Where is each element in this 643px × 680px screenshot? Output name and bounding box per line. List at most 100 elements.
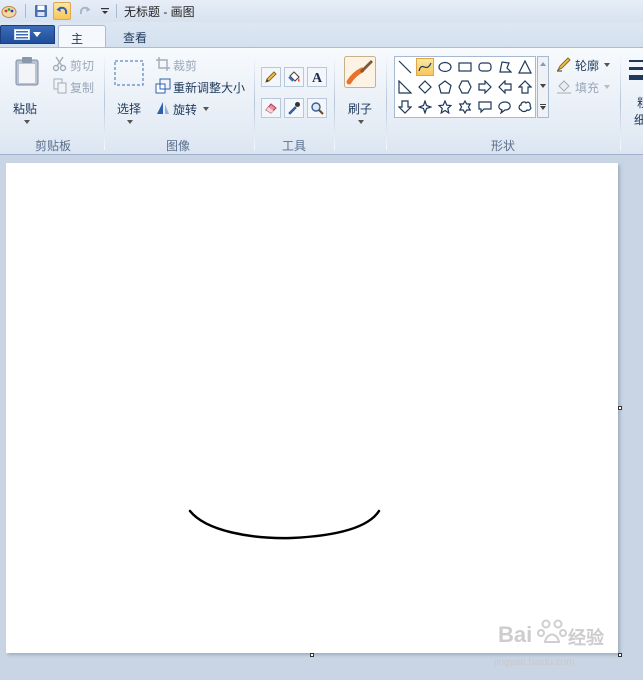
shape-cloud-callout[interactable] — [516, 98, 534, 116]
eraser-tool[interactable] — [261, 98, 281, 118]
shape-up-arrow[interactable] — [516, 78, 534, 96]
chevron-down-icon — [358, 120, 364, 124]
shape-rect-callout[interactable] — [476, 98, 494, 116]
crop-button[interactable]: 裁剪 — [155, 56, 205, 74]
scroll-down-icon[interactable] — [540, 84, 546, 88]
canvas-resize-handle-bottom[interactable] — [310, 653, 314, 657]
shapes-group-label: 形状 — [490, 139, 515, 153]
watermark-url: jingyan.baidu.com — [494, 657, 575, 668]
right-arrow-icon — [478, 80, 492, 94]
shape-right-triangle[interactable] — [396, 78, 414, 96]
scroll-up-icon[interactable] — [540, 62, 546, 66]
shape-line[interactable] — [396, 58, 414, 76]
brushes-button[interactable]: 刷子 — [342, 54, 378, 128]
canvas-resize-handle-corner[interactable] — [618, 653, 622, 657]
ribbon: 粘贴 剪切 复制 剪贴板 选择 裁剪 重新调整大小 旋转 图像 A 工具 刷子 … — [0, 47, 643, 155]
oval-callout-icon — [498, 101, 511, 114]
color-picker-icon — [288, 102, 300, 115]
shape-curve[interactable] — [416, 58, 434, 76]
shape-pentagon[interactable] — [436, 78, 454, 96]
hexagon-icon — [458, 80, 472, 94]
outline-brush-icon — [556, 57, 571, 72]
rectangular-callout-icon — [478, 101, 492, 114]
shapes-gallery-scrollbar[interactable] — [537, 56, 549, 118]
diamond-icon — [418, 80, 432, 94]
selection-rectangle-icon — [114, 60, 144, 86]
fill-bucket-icon — [288, 71, 300, 82]
magnifier-tool[interactable] — [307, 98, 327, 118]
oval-icon — [438, 61, 452, 73]
rotate-icon — [157, 102, 169, 114]
text-icon: A — [312, 71, 323, 84]
expand-gallery-icon[interactable] — [540, 104, 546, 110]
chevron-down-icon — [127, 120, 133, 124]
shape-oval[interactable] — [436, 58, 454, 76]
canvas-resize-handle-right[interactable] — [618, 406, 622, 410]
size-button[interactable]: 粗 细 — [626, 54, 643, 128]
shape-down-arrow[interactable] — [396, 98, 414, 116]
rotate-button[interactable]: 旋转 — [155, 100, 215, 118]
shape-polygon[interactable] — [496, 58, 514, 76]
shape-hexagon[interactable] — [456, 78, 474, 96]
chevron-down-icon — [604, 63, 610, 67]
fill-label: 填充 — [575, 81, 600, 95]
shape-four-point-star[interactable] — [416, 98, 434, 116]
down-arrow-icon — [398, 100, 412, 114]
brushes-label: 刷子 — [348, 102, 373, 116]
select-button[interactable]: 选择 — [110, 54, 148, 128]
crop-icon — [156, 57, 170, 71]
undo-icon[interactable] — [53, 2, 71, 20]
paste-button[interactable]: 粘贴 — [8, 54, 46, 128]
watermark: Bai 经验 jingyan.baidu.com — [492, 612, 612, 674]
group-separator — [620, 54, 621, 150]
crop-label: 裁剪 — [173, 59, 198, 73]
paint-menu-button[interactable] — [0, 25, 55, 44]
paint-app-icon[interactable] — [0, 2, 18, 20]
drawing-canvas[interactable] — [6, 163, 618, 653]
fill-icon — [557, 80, 571, 94]
curve-icon — [418, 62, 432, 72]
shape-six-point-star[interactable] — [456, 98, 474, 116]
cut-button[interactable]: 剪切 — [52, 56, 98, 74]
shape-triangle[interactable] — [516, 58, 534, 76]
pentagon-icon — [438, 80, 452, 94]
outline-label: 轮廓 — [575, 59, 600, 73]
size-label: 粗 — [637, 94, 643, 111]
save-icon[interactable] — [32, 2, 50, 20]
drawn-curve[interactable] — [188, 509, 381, 540]
pencil-tool[interactable] — [261, 67, 281, 87]
image-group-label: 图像 — [165, 139, 190, 153]
polygon-icon — [499, 61, 512, 73]
shape-right-arrow[interactable] — [476, 78, 494, 96]
triangle-icon — [518, 60, 532, 74]
copy-button[interactable]: 复制 — [52, 78, 98, 96]
cloud-callout-icon — [518, 101, 532, 113]
toolbar-separator — [25, 4, 26, 18]
shape-rounded-rectangle[interactable] — [476, 58, 494, 76]
tab-home[interactable]: 主页 — [58, 25, 106, 63]
fill-button[interactable]: 填充 — [556, 78, 614, 96]
redo-icon[interactable] — [76, 2, 94, 20]
customize-dropdown-icon[interactable] — [96, 2, 114, 20]
tab-view[interactable]: 查看 — [111, 25, 161, 48]
toolbar-separator — [116, 4, 117, 18]
window-title: 无标题 - 画图 — [124, 5, 195, 19]
outline-button[interactable]: 轮廓 — [556, 56, 614, 74]
shape-rectangle[interactable] — [456, 58, 474, 76]
shape-oval-callout[interactable] — [496, 98, 514, 116]
fill-tool[interactable] — [284, 67, 304, 87]
magnifier-icon — [311, 102, 324, 115]
color-picker-tool[interactable] — [284, 98, 304, 118]
group-separator — [254, 54, 255, 150]
shape-five-point-star[interactable] — [436, 98, 454, 116]
right-triangle-icon — [398, 80, 412, 94]
shape-diamond[interactable] — [416, 78, 434, 96]
resize-button[interactable]: 重新调整大小 — [155, 78, 247, 96]
watermark-brand-2: 经验 — [568, 628, 604, 648]
shape-left-arrow[interactable] — [496, 78, 514, 96]
rounded-rectangle-icon — [478, 62, 492, 72]
text-tool[interactable]: A — [307, 67, 327, 87]
four-point-star-icon — [418, 100, 432, 114]
watermark-brand: Bai — [498, 622, 533, 647]
line-icon — [398, 60, 412, 74]
